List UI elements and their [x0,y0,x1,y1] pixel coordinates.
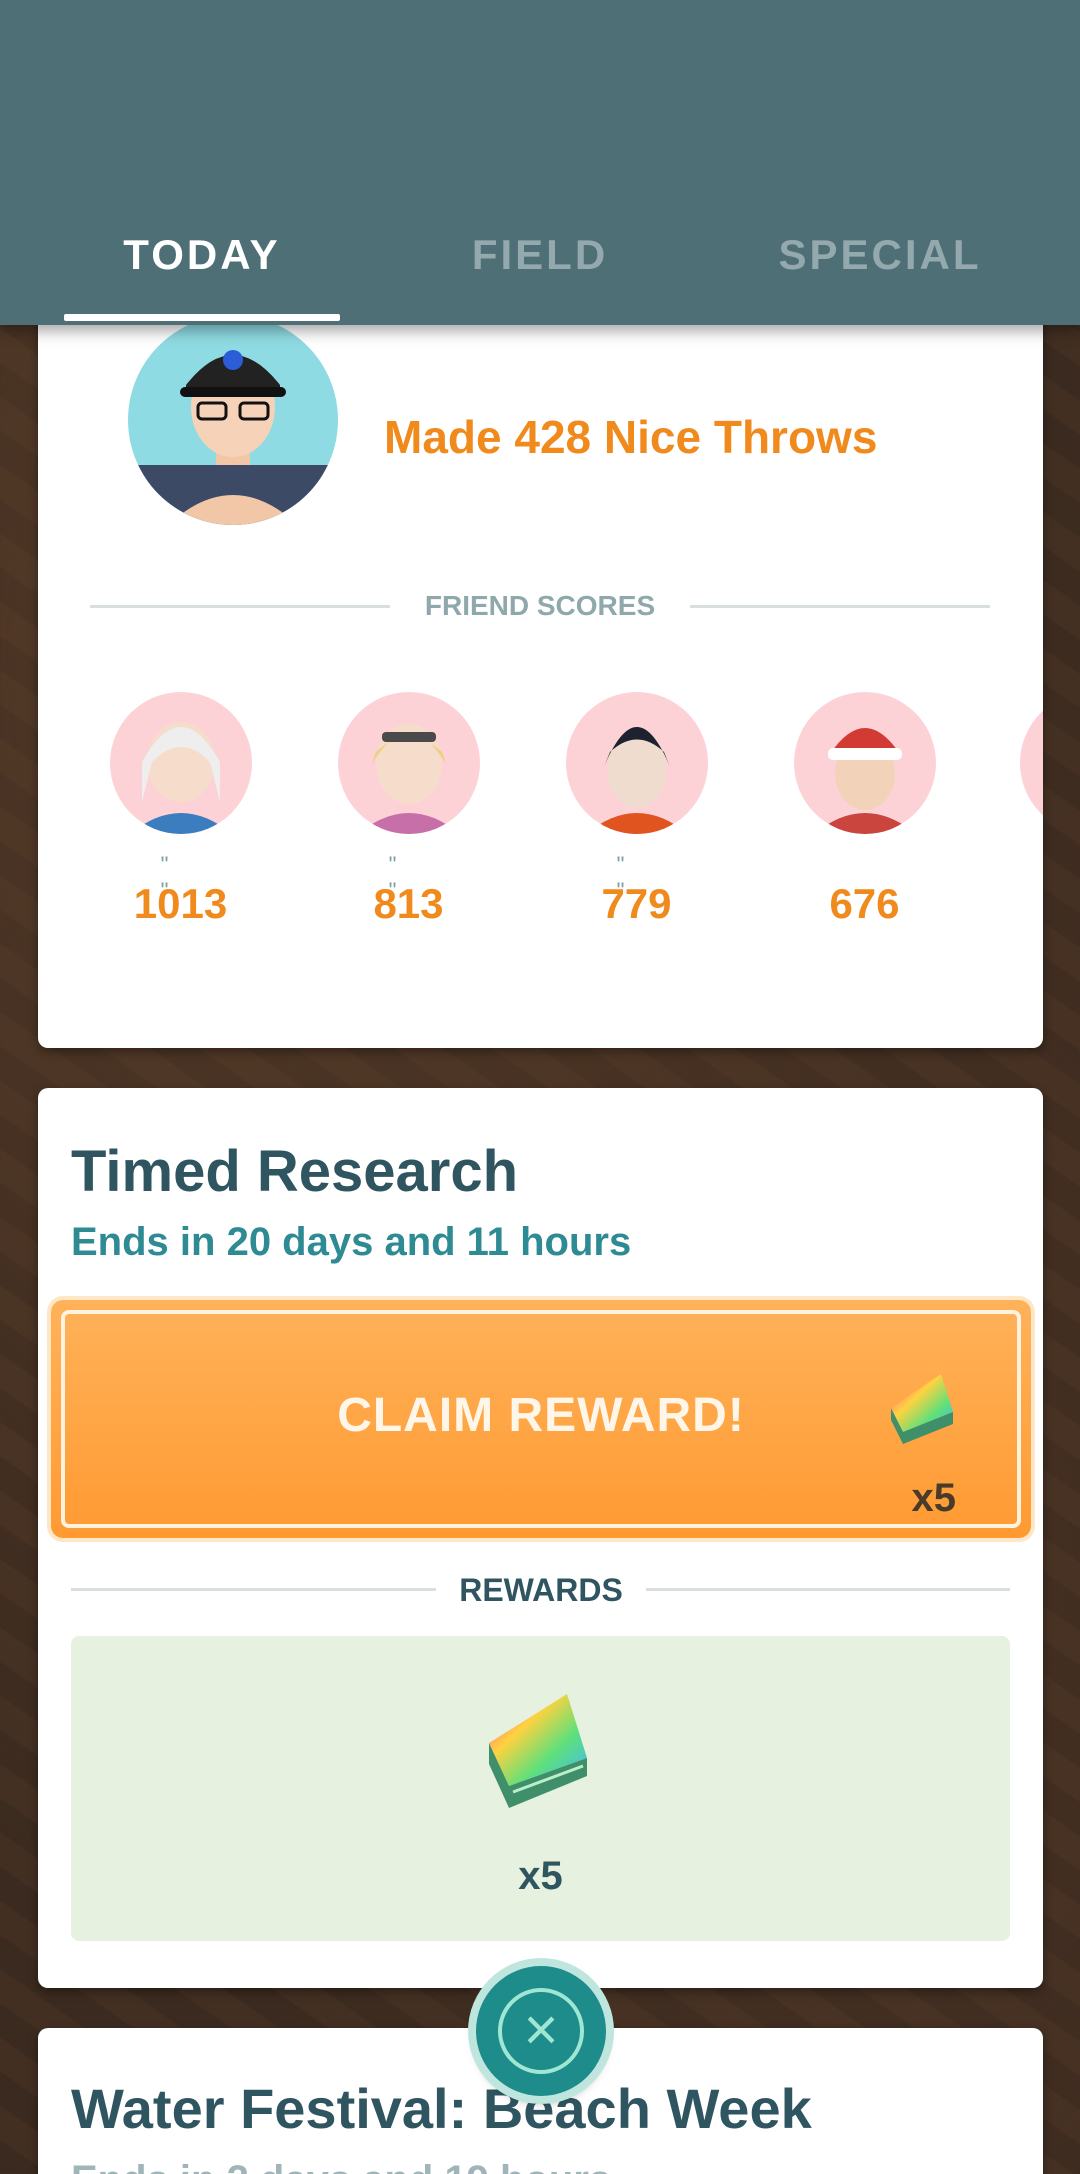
achievement-card: Made 428 Nice Throws FRIEND SCORES " " 1… [38,300,1043,1048]
tab-field[interactable]: FIELD [400,225,680,285]
friend-avatar-partial [1020,692,1043,834]
friend-name [792,852,937,872]
friend-score-item[interactable]: " " 779 [564,692,709,928]
research-time-remaining: Ends in 20 days and 11 hours [71,1220,632,1264]
friend-score: 813 [373,880,444,927]
friend-avatar [565,692,708,834]
achievement-text: Made 428 Nice Throws [384,411,878,463]
close-button[interactable]: × [476,1966,606,2096]
friend-name: " " [160,852,231,903]
friend-name: " " [616,852,687,903]
special-research-title: Water Festival: Beach Week [71,2077,812,2140]
friend-avatar [109,692,252,834]
tab-today[interactable]: TODAY [64,225,340,285]
friend-score-item[interactable]: 676 [792,692,937,928]
active-tab-indicator [64,314,340,321]
divider-left [71,1588,436,1591]
divider-left [90,605,390,608]
claim-reward-button[interactable]: CLAIM REWARD! x5 [51,1300,1031,1538]
friend-score: 1013 [133,880,228,927]
rewards-label: REWARDS [459,1572,623,1608]
divider-right [690,605,990,608]
rewards-panel: x5 [71,1636,1010,1941]
research-header: TODAY FIELD SPECIAL [0,0,1080,325]
player-avatar [128,315,338,525]
research-title: Timed Research [71,1139,519,1204]
claim-reward-count: x5 [911,1476,957,1520]
tab-special[interactable]: SPECIAL [740,225,1020,285]
close-icon: × [523,1996,559,2063]
special-research-time-remaining: Ends in 2 days and 19 hours [71,2158,611,2174]
friend-score-item[interactable]: " " 1013 [108,692,253,928]
friend-score: 779 [601,880,672,927]
friend-scores-label: FRIEND SCORES [424,590,656,621]
friend-avatar [337,692,480,834]
rare-candy-icon [891,1374,953,1444]
timed-research-card: Timed Research Ends in 20 days and 11 ho… [38,1088,1043,1988]
friend-avatar [793,692,936,834]
reward-count: x5 [518,1854,563,1898]
rare-candy-icon[interactable] [479,1688,599,1813]
friend-name: " " [388,852,459,903]
friend-score-item[interactable]: " " 813 [336,692,481,928]
divider-right [646,1588,1010,1591]
friend-score: 676 [829,880,900,927]
